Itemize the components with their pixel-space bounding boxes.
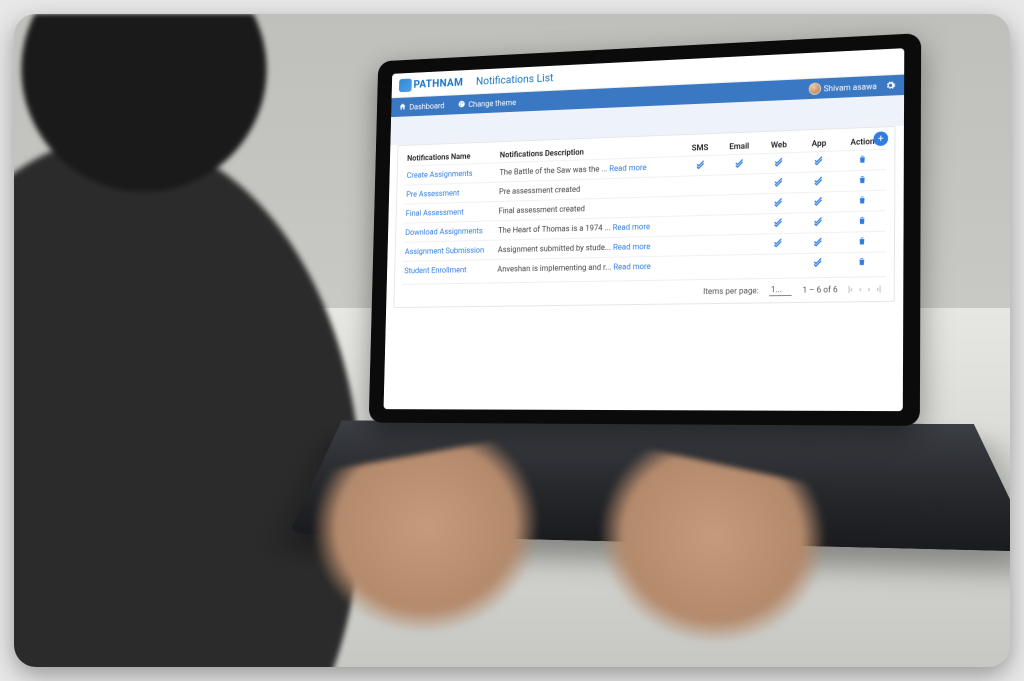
nav-user[interactable]: Shivam asawa [808, 80, 877, 95]
brand-logo-icon [399, 78, 412, 92]
laptop-bezel: PATHNAM Notifications List Dashboard [369, 33, 921, 426]
channel-cell [680, 195, 719, 216]
brand-logo-text: PATHNAM [413, 76, 463, 91]
read-more-link[interactable]: Read more [613, 262, 651, 272]
notification-description: Assignment submitted by stude... [498, 243, 611, 254]
notification-name-link[interactable]: Assignment Submission [405, 246, 485, 256]
prev-page-icon[interactable]: ‹ [859, 285, 862, 294]
notifications-card: + Notifications Name Noti [393, 126, 895, 308]
th-email: Email [719, 138, 759, 155]
last-page-icon[interactable]: ›| [876, 284, 881, 293]
check-icon [813, 199, 823, 209]
check-icon [813, 239, 823, 249]
notification-name-link[interactable]: Create Assignments [407, 169, 473, 180]
channel-cell [679, 215, 718, 236]
notifications-table: Notifications Name Notifications Descrip… [402, 133, 886, 280]
read-more-link[interactable]: Read more [613, 242, 651, 252]
palette-icon [457, 99, 465, 110]
channel-cell [719, 174, 759, 195]
channel-cell [719, 194, 759, 215]
delete-button[interactable] [858, 176, 867, 186]
channel-cell [798, 232, 839, 253]
check-icon [773, 240, 783, 250]
notification-name-link[interactable]: Student Enrollment [404, 265, 466, 275]
gear-icon[interactable] [885, 80, 896, 91]
check-icon [773, 220, 783, 230]
channel-cell [758, 213, 798, 234]
pagination-controls: |‹ ‹ › ›| [848, 284, 881, 294]
delete-button[interactable] [857, 258, 866, 268]
pagination: Items per page: 1... 1 – 6 of 6 |‹ ‹ › ›… [402, 276, 886, 303]
notification-name-link[interactable]: Pre Assessment [406, 189, 459, 199]
check-icon [813, 260, 823, 270]
check-icon [695, 162, 705, 172]
channel-cell [798, 192, 839, 213]
read-more-link[interactable]: Read more [613, 222, 651, 232]
check-icon [813, 178, 823, 188]
channel-cell [758, 193, 798, 214]
channel-cell [758, 254, 798, 275]
nav-username: Shivam asawa [824, 81, 877, 92]
first-page-icon[interactable]: |‹ [848, 285, 853, 294]
nav-right: Shivam asawa [808, 79, 896, 95]
channel-cell [719, 154, 759, 175]
check-icon [814, 158, 824, 168]
channel-cell [758, 172, 798, 193]
channel-cell [719, 214, 759, 235]
channel-cell [798, 212, 839, 233]
channel-cell [718, 234, 758, 255]
channel-cell [679, 235, 718, 256]
items-per-page-label: Items per page: [703, 286, 759, 296]
channel-cell [679, 255, 718, 275]
nav-dashboard-label: Dashboard [409, 101, 444, 111]
notification-description: Anveshan is implementing and r... [497, 263, 611, 274]
channel-cell [799, 151, 840, 173]
channel-cell [759, 152, 799, 173]
page-title: Notifications List [476, 72, 554, 88]
next-page-icon[interactable]: › [868, 285, 871, 294]
home-icon [398, 102, 406, 113]
delete-button[interactable] [857, 238, 866, 248]
notification-description: Pre assessment created [499, 185, 580, 196]
items-per-page-value: 1... [771, 285, 782, 294]
channel-cell [798, 253, 839, 274]
items-per-page-select[interactable]: 1... [769, 285, 792, 297]
nav-change-theme[interactable]: Change theme [457, 97, 516, 110]
notification-name-link[interactable]: Final Assessment [406, 208, 464, 218]
plus-icon: + [878, 133, 884, 144]
th-app: App [799, 135, 839, 152]
th-web: Web [759, 137, 799, 154]
channel-cell [680, 175, 719, 196]
brand-logo[interactable]: PATHNAM [399, 75, 463, 91]
laptop-screen: PATHNAM Notifications List Dashboard [384, 48, 905, 411]
notification-description: Final assessment created [499, 204, 585, 215]
nav-dashboard[interactable]: Dashboard [398, 100, 444, 112]
check-icon [813, 219, 823, 229]
th-sms: SMS [681, 140, 720, 157]
read-more-link[interactable]: Read more [609, 163, 646, 173]
channel-cell [680, 155, 719, 176]
channel-cell [758, 233, 798, 254]
check-icon [734, 161, 744, 171]
notification-description: The Heart of Thomas is a 1974 ... [498, 223, 611, 235]
photo-frame: PATHNAM Notifications List Dashboard [14, 14, 1010, 667]
delete-button[interactable] [857, 197, 866, 207]
delete-button[interactable] [858, 156, 867, 167]
notification-name-link[interactable]: Download Assignments [405, 226, 483, 237]
delete-button[interactable] [857, 217, 866, 227]
nav-change-theme-label: Change theme [468, 98, 516, 109]
notification-description: The Battle of the Saw was the ... [499, 164, 607, 176]
check-icon [773, 180, 783, 190]
nav-left: Dashboard Change theme [398, 97, 516, 113]
channel-cell [798, 171, 839, 193]
check-icon [774, 159, 784, 169]
channel-cell [718, 254, 758, 274]
avatar [808, 82, 820, 95]
app-root: PATHNAM Notifications List Dashboard [384, 48, 905, 411]
check-icon [773, 200, 783, 210]
pagination-range: 1 – 6 of 6 [802, 285, 837, 295]
